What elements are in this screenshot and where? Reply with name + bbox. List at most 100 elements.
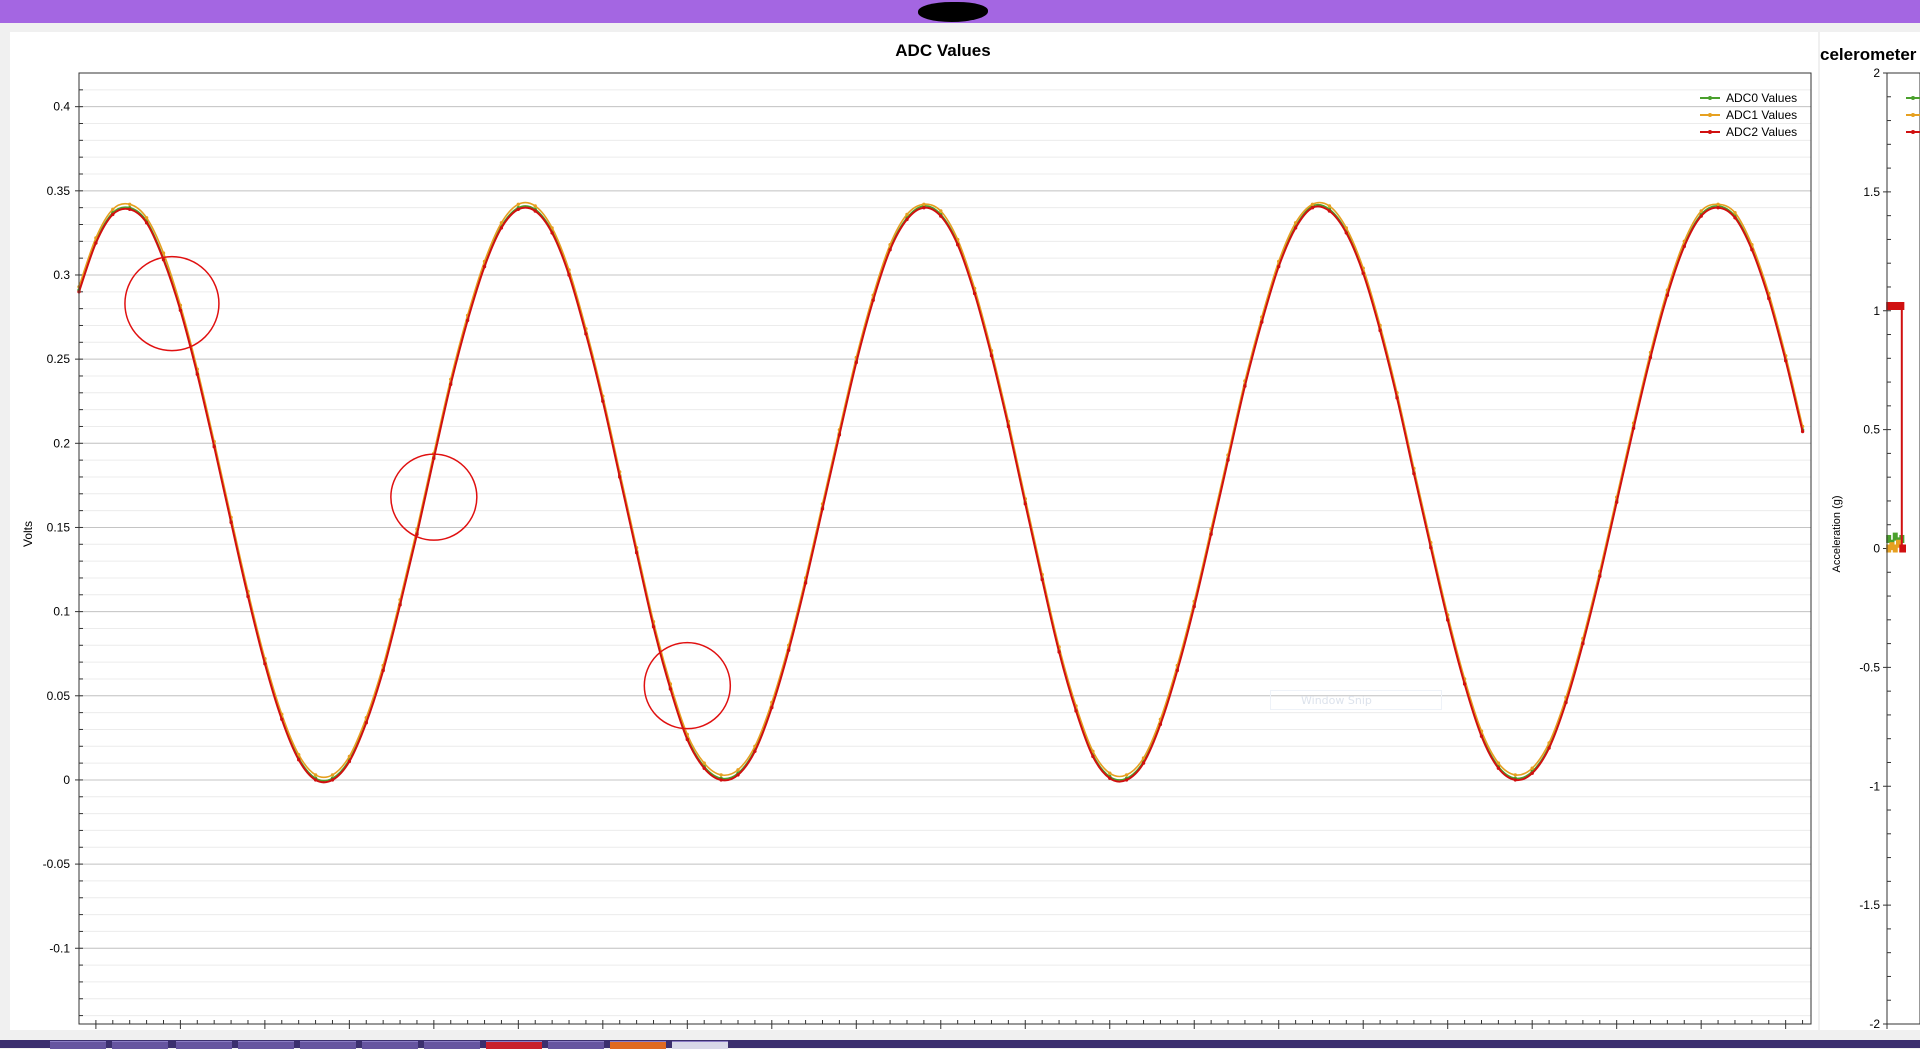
- data-point-adc2: [1277, 264, 1281, 269]
- data-point-adc2: [364, 721, 368, 725]
- data-point-adc2: [1547, 746, 1551, 750]
- data-point-adc2: [144, 221, 149, 225]
- data-point-adc2: [1108, 776, 1112, 780]
- data-point-adc2: [668, 687, 673, 691]
- y-tick-label: 0.25: [47, 352, 71, 366]
- data-point-adc2: [111, 212, 115, 217]
- data-point-adc1: [702, 761, 706, 765]
- data-point-adc2: [1716, 206, 1720, 210]
- data-point-adc1: [330, 773, 335, 777]
- data-point-adc2: [1682, 244, 1687, 249]
- legend-entry: ADC0 Values: [1726, 91, 1797, 105]
- data-point-adc2: [516, 207, 520, 211]
- accel-legend-marker: [1911, 96, 1915, 100]
- data-point-adc2: [1158, 722, 1163, 727]
- data-point-adc1: [939, 209, 943, 213]
- data-point-adc2: [1412, 471, 1416, 476]
- data-point-adc1: [499, 221, 504, 225]
- data-point-adc2: [313, 778, 318, 782]
- data-point-adc2: [432, 456, 436, 461]
- data-point-adc1: [1530, 766, 1534, 770]
- data-point-adc2: [753, 749, 757, 753]
- grid: [79, 89, 1811, 1017]
- data-point-adc2: [178, 308, 183, 312]
- data-point-adc2: [905, 217, 909, 222]
- data-point-adc2: [1344, 231, 1349, 235]
- data-point-adc2: [1141, 761, 1146, 765]
- accel-series-line: [1888, 305, 1904, 550]
- data-point-adc2: [1733, 216, 1737, 220]
- data-point-adc2: [1260, 320, 1264, 324]
- data-point-adc2: [787, 648, 791, 652]
- data-point-adc2: [1429, 546, 1433, 550]
- data-point-adc1: [144, 216, 149, 220]
- data-point-adc2: [820, 507, 825, 511]
- legend: ADC0 Values ADC1 Values ADC2 Values: [1700, 91, 1797, 139]
- data-point-adc1: [533, 204, 537, 208]
- legend-marker: [1708, 130, 1712, 134]
- data-point-adc2: [888, 248, 892, 252]
- data-point-adc2: [1192, 604, 1196, 609]
- adc-values-chart: ADC Values Volts -0.1 -0.05 0 0.05 0.1 0.15 0.…: [21, 41, 1812, 1029]
- y-tick-label: 0.1: [53, 605, 70, 619]
- data-point-adc2: [837, 433, 842, 437]
- data-point-adc1: [313, 773, 318, 777]
- legend-marker: [1708, 96, 1712, 100]
- window-titlebar[interactable]: [0, 0, 1920, 23]
- data-point-adc2: [651, 625, 656, 629]
- data-point-adc2: [634, 551, 639, 555]
- data-point-adc2: [128, 207, 132, 211]
- data-point-adc2: [330, 778, 335, 782]
- data-point-adc2: [1479, 734, 1484, 738]
- data-point-adc2: [1665, 293, 1670, 297]
- data-point-adc2: [1699, 214, 1703, 218]
- data-point-adc2: [601, 399, 605, 403]
- data-point-adc2: [1395, 396, 1399, 400]
- data-point-adc2: [972, 291, 977, 296]
- data-point-adc2: [1209, 532, 1213, 536]
- data-point-adc2: [618, 475, 622, 479]
- data-point-adc1: [1310, 202, 1315, 206]
- accel-y-tick-label: -1.5: [1859, 898, 1880, 912]
- series-line-adc0: [78, 203, 1804, 782]
- y-tick-label: -0.05: [43, 857, 71, 871]
- data-point-adc2: [1615, 500, 1619, 504]
- data-point-adc2: [989, 354, 994, 358]
- y-tick-label: 0: [63, 773, 70, 787]
- data-point-adc2: [381, 668, 385, 673]
- redacted-title: [918, 2, 988, 22]
- y-tick-label: 0.05: [47, 689, 71, 703]
- data-point-adc1: [922, 202, 926, 206]
- data-point-adc2: [1581, 641, 1585, 646]
- data-point-adc2: [465, 318, 470, 323]
- data-point-adc2: [1057, 650, 1061, 654]
- data-point-adc1: [128, 202, 132, 206]
- data-point-adc2: [736, 773, 740, 777]
- data-point-adc2: [1446, 618, 1450, 622]
- data-point-adc2: [1175, 668, 1180, 673]
- data-point-adc1: [1124, 773, 1129, 777]
- accel-y-tick-label: 1.5: [1863, 185, 1880, 199]
- accel-legend-marker: [1911, 113, 1915, 117]
- data-point-adc1: [905, 212, 909, 217]
- data-point-adc2: [1530, 771, 1534, 775]
- accel-y-tick-label: 2: [1873, 66, 1880, 80]
- data-point-adc2: [803, 581, 808, 585]
- y-tick-label: 0.3: [53, 268, 70, 282]
- adc-chart-panel: ADC Values Volts -0.1 -0.05 0 0.05 0.1 0.15 0.…: [10, 32, 1818, 1030]
- annotation-circles: [124, 255, 732, 730]
- data-point-adc2: [1006, 424, 1011, 429]
- data-point-adc2: [482, 264, 487, 269]
- data-point-adc2: [1378, 328, 1382, 333]
- accel-y-tick-label: -1: [1869, 779, 1880, 793]
- data-point-adc1: [1327, 204, 1332, 208]
- accel-legend-marker: [1911, 130, 1915, 134]
- data-point-adc2: [956, 243, 960, 247]
- data-point-adc1: [1496, 761, 1501, 765]
- accel-series: [1886, 301, 1906, 553]
- window-snip-ghost: Window Snip: [1270, 690, 1442, 710]
- data-point-adc2: [1074, 709, 1078, 713]
- accel-y-tick-label: 0.5: [1863, 423, 1880, 437]
- data-point-adc2: [1023, 502, 1027, 506]
- data-point-adc2: [1631, 426, 1636, 430]
